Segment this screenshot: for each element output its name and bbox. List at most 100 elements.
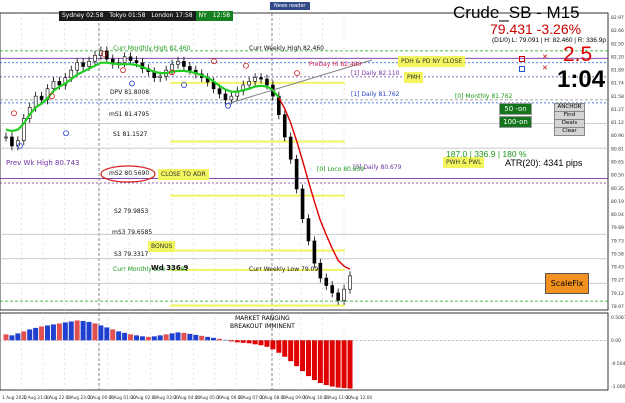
session-clock-bar: Sydney 02:58 Tokyo 01:58 London 17:58 NY… [59,11,234,21]
price-axis-label: 79.27 [611,278,624,284]
candle-body [75,62,79,71]
indicator-bar [246,340,252,344]
candle-body [223,93,228,101]
candle-body [294,158,299,190]
price-axis-label: 81.74 [611,81,624,87]
indicator-bar [323,340,329,386]
candle-body [128,56,133,61]
indicator-bar [62,322,68,341]
ms1-label: mS1 81.4795 [109,111,150,118]
indicator-axis-label: 0.00 [611,338,621,344]
indicator-bar [15,333,21,341]
s2-label: S2 79.9853 [114,208,149,215]
monthly-level-label: [0] Monthly 81.762 [455,93,513,100]
indicator-bar [341,340,347,389]
news-reader-button[interactable]: News reader [270,2,310,10]
indicator-bar [193,334,199,341]
candle-body [122,56,127,64]
candle-body [57,81,62,86]
candle-body [217,88,222,95]
indicator-bar [68,321,74,341]
indicator-bar [234,340,240,343]
indicator-bar [80,320,86,341]
indicator-axis-label: 0.5067 [611,315,625,321]
candle-body [39,95,44,101]
price-axis-label: 80.96 [611,133,624,139]
close-icon: ✕ [542,53,548,61]
hundred-on-button[interactable]: 100-on [499,116,532,128]
price-axis-label: 82.97 [611,15,624,21]
indicator-bar [169,333,175,341]
curr-monthly-high-label: Curr Monthly High 82.460 [113,45,191,52]
indicator-bar [133,335,139,341]
sydney-session: Sydney 02:58 [62,12,104,19]
indicator-bar [181,332,187,341]
highlight-band [170,249,345,252]
candle-body [176,60,180,65]
candle-body [336,292,340,301]
indicator-axis-label: -1.0000 [611,384,625,390]
candle-body [247,81,251,86]
indicator-bar [270,340,276,350]
indicator-note: MARKET RANGING BREAKOUT IMMINENT [230,315,295,331]
candle-body [188,66,192,71]
indicator-bar [329,340,335,387]
indicator-bar [335,340,341,388]
clear-button[interactable]: Clear [554,127,585,136]
close-to-adr-label: CLOSE TO ADR [158,169,209,180]
candle-body [158,75,163,78]
indicator-bar [252,340,258,345]
indicator-bar [222,339,228,341]
indicator-bar [33,327,39,341]
price-axis-label: 80.65 [611,160,624,166]
candle-body [265,78,269,86]
candle-body [69,69,74,78]
indicator-bar [199,335,205,341]
candle-body [330,285,335,294]
indicator-bar [98,325,104,341]
highlight-band [170,81,345,84]
price-axis-label: 81.89 [611,68,624,74]
indicator-bar [317,340,323,384]
curr-weekly-high-label: Curr Weekly High 82.460 [249,45,324,52]
candle-body [134,60,139,64]
price-axis-label: 81.12 [611,120,624,126]
daily-low-label: [1] Daily 81.762 [351,91,400,98]
candle-body [10,136,14,147]
candle-body [348,275,352,290]
right-loco-label: [0] Loco 80.639 [317,166,365,173]
indicator-bar [294,340,300,367]
highlight-band [170,194,345,197]
square-icon [519,56,525,62]
ny-session-label: NY [195,11,210,21]
indicator-bar [300,340,306,372]
indicator-bar [27,329,33,341]
indicator-bar [187,333,193,341]
price-axis-label: 82.66 [611,28,624,34]
scalefix-button[interactable]: ScaleFix [545,273,589,294]
indicator-bar [116,331,122,341]
price-axis-label: 80.81 [611,146,624,152]
indicator-bar [288,340,294,362]
candle-body [312,240,317,264]
indicator-bar [50,324,56,341]
indicator-bar [347,340,353,389]
indicator-axis-label: -0.5044 [611,361,625,367]
candle-body [182,60,186,67]
indicator-bar [305,340,311,377]
indicator-bar [240,340,246,343]
indicator-bar [128,334,134,341]
fifty-on-button[interactable]: 50 -on [499,103,532,115]
indicator-bar [39,326,45,341]
candle-timer: 1:04 [557,66,606,93]
indicator-bar [122,332,128,341]
indicator-bar [21,331,27,341]
indicator-bar [264,340,270,347]
pmh-label: PMH [404,72,424,83]
indicator-bar [74,320,80,341]
close-icon: ✕ [542,64,548,72]
spread-value: 2.5 [563,43,593,66]
indicator-bar [86,321,92,341]
indicator-bar [3,334,9,341]
candle-body [324,277,329,286]
